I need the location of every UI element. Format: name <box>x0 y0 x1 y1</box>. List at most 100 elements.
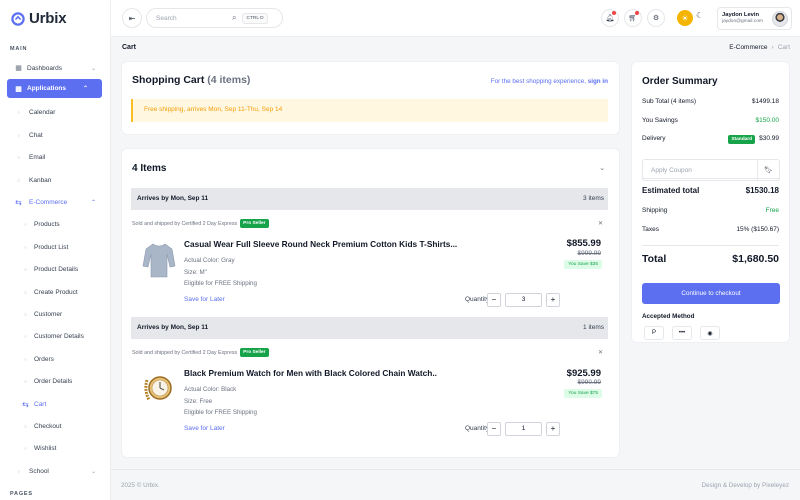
page-title: Cart <box>122 44 137 51</box>
dark-mode-button[interactable]: ☾ <box>696 11 703 20</box>
sidebar-item-label: E-Commerce <box>29 199 68 207</box>
sidebar-item-chat[interactable]: ◦ Chat <box>0 124 110 146</box>
product-shipping: Eligible for FREE Shipping <box>184 409 257 416</box>
order-summary-card: Order Summary Sub Total (4 items) $1499.1… <box>631 61 790 343</box>
sidebar-item-applications[interactable]: ▦ Applications ⌃ <box>7 79 102 99</box>
product-color: Actual Color: Black <box>184 386 237 393</box>
remove-item-button[interactable]: ✕ <box>598 220 603 227</box>
sign-in-link[interactable]: sign in <box>588 78 608 85</box>
sidebar-item-dashboards[interactable]: ▦ Dashboards ⌄ <box>0 57 110 79</box>
sidebar-item-create-product[interactable]: ◦ Create Product <box>0 281 110 303</box>
seller-info: Sold and shipped by Certified 2 Day Expr… <box>132 348 269 357</box>
sidebar-item-customer-details[interactable]: ◦ Customer Details <box>0 326 110 348</box>
coupon-input[interactable] <box>643 166 757 174</box>
sidebar-item-label: Create Product <box>34 288 78 296</box>
sidebar-item-ecommerce[interactable]: ⇆ E-Commerce ⌃ <box>0 191 110 213</box>
avatar <box>772 11 788 27</box>
apps-icon: ▦ <box>15 85 22 93</box>
increase-button[interactable]: + <box>546 292 560 307</box>
bullet-icon: ◦ <box>17 153 20 163</box>
product-name[interactable]: Black Premium Watch for Men with Black C… <box>184 368 437 378</box>
shipping-alert: Free shipping, arrives Mon, Sep 11-Thu, … <box>131 99 608 122</box>
sidebar-item-label: Dashboards <box>27 64 63 72</box>
user-menu[interactable]: Jaydon Levin jaydon@gmail.com <box>717 7 792 30</box>
sidebar-item-label: Applications <box>27 85 67 93</box>
sidebar-item-product-details[interactable]: ◦ Product Details <box>0 259 110 281</box>
divider <box>642 245 779 246</box>
sidebar-item-products[interactable]: ◦ Products <box>0 214 110 236</box>
quantity-value[interactable]: 1 <box>505 421 542 436</box>
bullet-icon: ◦ <box>24 354 27 364</box>
sidebar-item-orders[interactable]: ◦ Orders <box>0 348 110 370</box>
decrease-button[interactable]: − <box>487 421 501 436</box>
sidebar-item-checkout[interactable]: ◦ Checkout <box>0 415 110 437</box>
shipping-value: Free <box>765 207 779 214</box>
sidebar-item-calendar[interactable]: ◦ Calendar <box>0 102 110 124</box>
copyright: 2025 © Urbix. <box>121 482 160 489</box>
arrival-date: Arrives by Mon, Sep 11 <box>137 324 209 331</box>
total-label: Total <box>642 253 667 265</box>
collapse-chevron-icon[interactable]: ⌄ <box>599 164 605 172</box>
sidebar-item-kanban[interactable]: ◦ Kanban <box>0 169 110 191</box>
view-method[interactable]: ◉ <box>700 326 720 340</box>
bullet-icon: ◦ <box>17 130 20 140</box>
sun-icon: ☀ <box>681 13 689 23</box>
order-summary-title: Order Summary <box>642 76 718 87</box>
decrease-button[interactable]: − <box>487 292 501 307</box>
checkout-button[interactable]: Continue to checkout <box>642 283 780 304</box>
search-box[interactable]: ⌕ CTRL D <box>146 8 283 28</box>
chevron-down-icon: ⌄ <box>90 468 96 475</box>
sidebar-item-wishlist[interactable]: ◦ Wishlist <box>0 438 110 460</box>
save-for-later-link[interactable]: Save for Later <box>184 425 225 432</box>
sidebar-item-customer[interactable]: ◦ Customer <box>0 303 110 325</box>
savings-badge: You Save $35 <box>564 260 602 269</box>
light-mode-button[interactable]: ☀ <box>677 10 693 26</box>
sidebar-item-label: Kanban <box>29 176 52 184</box>
sidebar-item-label: Wishlist <box>34 445 57 453</box>
items-title: 4 Items <box>132 163 167 174</box>
cart-button[interactable]: 🛒︎ <box>624 9 642 27</box>
brand-logo-icon <box>11 11 25 26</box>
subtotal-label: Sub Total (4 items) <box>642 98 697 105</box>
taxes-label: Taxes <box>642 226 659 233</box>
sidebar-item-email[interactable]: ◦ Email <box>0 147 110 169</box>
breadcrumb-link[interactable]: E-Commerce <box>729 44 767 51</box>
delivery-row: Delivery Standard $30.99 <box>642 135 779 144</box>
increase-button[interactable]: + <box>546 421 560 436</box>
search-input[interactable] <box>156 14 232 22</box>
card-method[interactable]: ••• <box>672 326 692 340</box>
pro-seller-badge: Pro Seller <box>240 219 269 228</box>
taxes-value: 15% ($150.67) <box>736 226 779 233</box>
bullet-icon: ◦ <box>24 309 27 319</box>
best-text: For the best shopping experience, <box>490 78 586 85</box>
gear-icon: ⚙ <box>652 15 660 22</box>
close-icon: ✕ <box>597 221 603 227</box>
quantity-value[interactable]: 3 <box>505 292 542 307</box>
bullet-icon: ◦ <box>24 220 27 230</box>
shipping-label: Shipping <box>642 207 668 214</box>
settings-button[interactable]: ⚙ <box>647 9 665 27</box>
notification-button[interactable]: 🔔︎ <box>601 9 619 27</box>
cart-icon: 🛒︎ <box>628 15 638 22</box>
sidebar-item-order-details[interactable]: ◦ Order Details <box>0 370 110 392</box>
save-for-later-link[interactable]: Save for Later <box>184 296 225 303</box>
sidebar-item-product-list[interactable]: ◦ Product List <box>0 236 110 258</box>
sidebar-item-cart[interactable]: ⇆ Cart <box>0 393 110 415</box>
sidebar-item-label: School <box>29 467 49 475</box>
brand[interactable]: Urbix <box>0 0 110 37</box>
group-count: 3 items <box>583 195 604 202</box>
taxes-row: Taxes 15% ($150.67) <box>642 226 779 233</box>
remove-item-button[interactable]: ✕ <box>598 349 603 356</box>
sidebar-item-label: Customer <box>34 310 63 318</box>
cart-dot <box>635 11 639 15</box>
paypal-method[interactable]: P <box>644 326 664 340</box>
bullet-icon: ⇆ <box>15 198 22 208</box>
delivery-group-header: Arrives by Mon, Sep 11 1 items <box>131 317 608 339</box>
notification-dot <box>612 11 616 15</box>
sidebar-item-school[interactable]: ◦ School ⌄ <box>0 460 110 482</box>
product-name[interactable]: Casual Wear Full Sleeve Round Neck Premi… <box>184 239 457 249</box>
sold-by-text: Sold and shipped by Certified 2 Day Expr… <box>132 349 238 356</box>
apply-coupon-button[interactable]: 🔖︎ <box>757 160 779 180</box>
sold-by-text: Sold and shipped by Certified 2 Day Expr… <box>132 220 238 227</box>
sidebar-toggle-button[interactable]: ⇤ <box>122 8 142 28</box>
